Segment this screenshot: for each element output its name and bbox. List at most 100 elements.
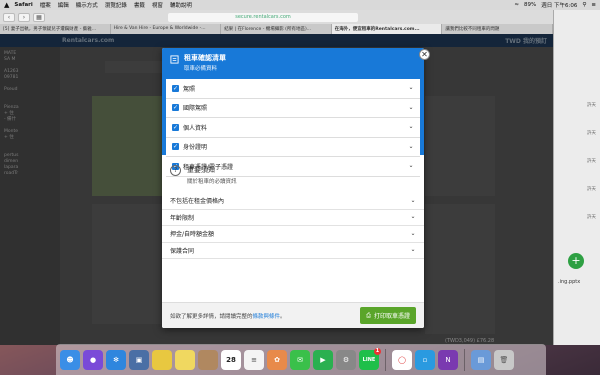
rental-checklist-modal: 租車確認清單 取車必備資料 ✓ 駕照 ⌄ ✓ 國際駕照 ⌄ ✓ 個人資料 ⌄ ✓ bbox=[162, 48, 424, 328]
modal-title: 租車確認清單 bbox=[184, 54, 226, 62]
info-label: 年齡限制 bbox=[170, 214, 195, 222]
print-button-label: 打印取車憑證 bbox=[373, 313, 410, 320]
notes-icon[interactable] bbox=[175, 349, 195, 370]
onenote-icon[interactable]: N bbox=[438, 349, 458, 370]
tab-0[interactable]: [5] 妻子出軌，男子懷疑兒子遭竊財產 - 藝雅... bbox=[0, 24, 111, 34]
footer-text: 如欲了解更多詳情，請閱讀完整的條款與條件。 bbox=[170, 312, 360, 320]
stickies-icon[interactable] bbox=[152, 349, 172, 370]
modal-header: 租車確認清單 取車必備資料 ✓ 駕照 ⌄ ✓ 國際駕照 ⌄ ✓ 個人資料 ⌄ ✓ bbox=[162, 48, 424, 177]
info-item[interactable]: 保護合同 ⌄ bbox=[162, 243, 424, 259]
line-icon[interactable]: LINE 1 bbox=[359, 347, 381, 370]
battery-percent[interactable]: 89% bbox=[524, 2, 536, 8]
reminders-icon[interactable]: ≡ bbox=[244, 349, 264, 370]
screen-icon[interactable]: ▫ bbox=[415, 349, 435, 370]
background-window: 許天 許天 許天 許天 許天 bbox=[553, 10, 600, 345]
messages-icon[interactable]: ✉ bbox=[290, 349, 310, 370]
photos-icon[interactable]: ✿ bbox=[267, 349, 287, 370]
chevron-down-icon[interactable]: ⌄ bbox=[408, 104, 414, 111]
dock: ☻ ● ✻ ▣ 28 ≡ ✿ ✉ ▶ ⚙ LINE 1 ◯ ▫ N ▤ 🗑 bbox=[56, 344, 546, 375]
address-bar[interactable]: secure.rentalcars.com bbox=[168, 12, 358, 22]
chevron-down-icon[interactable]: ⌄ bbox=[410, 197, 416, 204]
safari-icon[interactable]: ✻ bbox=[106, 349, 126, 370]
forward-button[interactable]: › bbox=[18, 12, 30, 22]
footer-text-tail: 。 bbox=[280, 313, 286, 320]
footer-text-main: 如欲了解更多詳情，請閱讀完整的 bbox=[170, 313, 253, 320]
tab-3-active[interactable]: 在海外，便宜租車的Rentalcars.com... bbox=[331, 24, 443, 34]
back-button[interactable]: ‹ bbox=[3, 12, 15, 22]
browser-toolbar: ‹ › ▦ secure.rentalcars.com bbox=[0, 10, 553, 24]
tab-bar: [5] 妻子出軌，男子懷疑兒子遭竊財產 - 藝雅... Hire & Van H… bbox=[0, 24, 553, 34]
window-row-label: 許天 bbox=[587, 215, 596, 220]
menu-help[interactable]: 輔助說明 bbox=[170, 1, 192, 9]
search-icon[interactable]: ⚲ bbox=[582, 2, 586, 8]
apple-menu-icon[interactable]: ▲ bbox=[4, 1, 9, 9]
notification-badge: 1 bbox=[374, 347, 381, 355]
info-label: 押金/自時額金額 bbox=[170, 231, 215, 239]
siri-icon[interactable]: ● bbox=[83, 349, 103, 370]
line-label: LINE bbox=[362, 356, 376, 363]
chevron-down-icon[interactable]: ⌄ bbox=[408, 124, 414, 130]
info-label: 不包括在租金價格內 bbox=[170, 198, 225, 206]
menu-app-name[interactable]: Safari bbox=[14, 2, 32, 8]
menu-bookmarks[interactable]: 書籤 bbox=[134, 1, 145, 9]
checklist-label: 駕照 bbox=[183, 85, 196, 93]
print-voucher-button[interactable]: ⎙ 打印取車憑證 bbox=[360, 307, 416, 324]
chevron-down-icon[interactable]: ⌄ bbox=[408, 85, 414, 91]
checklist-label: 身份證明 bbox=[183, 144, 208, 152]
menu-edit[interactable]: 編輯 bbox=[58, 1, 69, 9]
info-list: 不包括在租金價格內 ⌄ 年齡限制 ⌄ 押金/自時額金額 ⌄ 保護合同 ⌄ bbox=[162, 193, 424, 259]
terms-link[interactable]: 條款與條件 bbox=[253, 314, 281, 320]
close-icon[interactable]: ✕ bbox=[419, 49, 430, 60]
menu-view[interactable]: 顯示方式 bbox=[76, 1, 98, 9]
dock-separator bbox=[385, 348, 386, 371]
chevron-down-icon[interactable]: ⌄ bbox=[410, 247, 416, 253]
clock[interactable]: 週日 下午6:06 bbox=[541, 1, 577, 9]
sidebar-button[interactable]: ▦ bbox=[33, 12, 45, 22]
checklist: ✓ 駕照 ⌄ ✓ 國際駕照 ⌄ ✓ 個人資料 ⌄ ✓ 身份證明 ⌄ ✓ 租車憑證 bbox=[166, 79, 420, 177]
clipboard-icon bbox=[170, 55, 179, 64]
menu-list-icon[interactable]: ≡ bbox=[591, 2, 596, 8]
chevron-down-icon[interactable]: ⌄ bbox=[410, 230, 416, 237]
notice-subtitle: 關於租車的必讀資訊 bbox=[187, 179, 237, 185]
printer-icon: ⎙ bbox=[366, 311, 371, 319]
tab-1[interactable]: Hire & Van Hire - Europe & Worldwide -..… bbox=[111, 24, 222, 34]
checklist-item[interactable]: ✓ 國際駕照 ⌄ bbox=[166, 99, 420, 118]
mac-menu-bar: ▲ Safari 檔案 編輯 顯示方式 瀏覽記錄 書籤 視窗 輔助說明 ≈ 89… bbox=[0, 0, 600, 10]
contacts-icon[interactable] bbox=[198, 349, 218, 370]
checklist-item[interactable]: ✓ 個人資料 ⌄ bbox=[166, 118, 420, 138]
info-label: 保護合同 bbox=[170, 247, 195, 255]
info-item[interactable]: 押金/自時額金額 ⌄ bbox=[162, 226, 424, 243]
wifi-icon[interactable]: ≈ bbox=[514, 2, 519, 8]
file-name[interactable]: .ing.pptx bbox=[558, 279, 580, 285]
facetime-icon[interactable]: ▶ bbox=[313, 349, 333, 370]
preview-icon[interactable]: ▣ bbox=[129, 349, 149, 370]
notice-title: 重要須知 bbox=[187, 166, 215, 174]
dock-separator bbox=[464, 348, 465, 371]
menu-history[interactable]: 瀏覽記錄 bbox=[105, 1, 127, 9]
system-preferences-icon[interactable]: ⚙ bbox=[336, 349, 356, 370]
modal-subtitle: 取車必備資料 bbox=[184, 66, 218, 72]
checkbox-checked-icon[interactable]: ✓ bbox=[172, 143, 179, 151]
tab-4[interactable]: 讓我們比較不同租車的問題 bbox=[442, 24, 553, 34]
add-button[interactable]: + bbox=[568, 253, 584, 269]
chevron-down-icon[interactable]: ⌄ bbox=[410, 214, 416, 220]
checkbox-checked-icon[interactable]: ✓ bbox=[172, 84, 179, 92]
finder-icon[interactable]: ☻ bbox=[60, 349, 80, 370]
menu-file[interactable]: 檔案 bbox=[40, 1, 51, 9]
modal-footer: 如欲了解更多詳情，請閱讀完整的條款與條件。 ⎙ 打印取車憑證 bbox=[162, 302, 424, 328]
chrome-icon[interactable]: ◯ bbox=[392, 349, 412, 370]
checklist-item[interactable]: ✓ 駕照 ⌄ bbox=[166, 79, 420, 99]
question-icon: ? bbox=[170, 165, 181, 176]
menu-window[interactable]: 視窗 bbox=[152, 1, 163, 9]
checkbox-checked-icon[interactable]: ✓ bbox=[172, 104, 179, 112]
chevron-down-icon[interactable]: ⌄ bbox=[408, 143, 414, 150]
info-item[interactable]: 年齡限制 ⌄ bbox=[162, 210, 424, 226]
info-item[interactable]: 不包括在租金價格內 ⌄ bbox=[162, 193, 424, 210]
checkbox-checked-icon[interactable]: ✓ bbox=[172, 123, 179, 131]
trash-icon[interactable]: 🗑 bbox=[494, 349, 514, 370]
calendar-icon[interactable]: 28 bbox=[221, 349, 241, 370]
chevron-down-icon[interactable]: ⌄ bbox=[408, 163, 414, 169]
checklist-label: 國際駕照 bbox=[183, 105, 208, 113]
folder-icon[interactable]: ▤ bbox=[471, 349, 491, 370]
tab-2[interactable]: 結果 | 在Florence - 機場攝影 (所有地區)... bbox=[221, 24, 332, 34]
